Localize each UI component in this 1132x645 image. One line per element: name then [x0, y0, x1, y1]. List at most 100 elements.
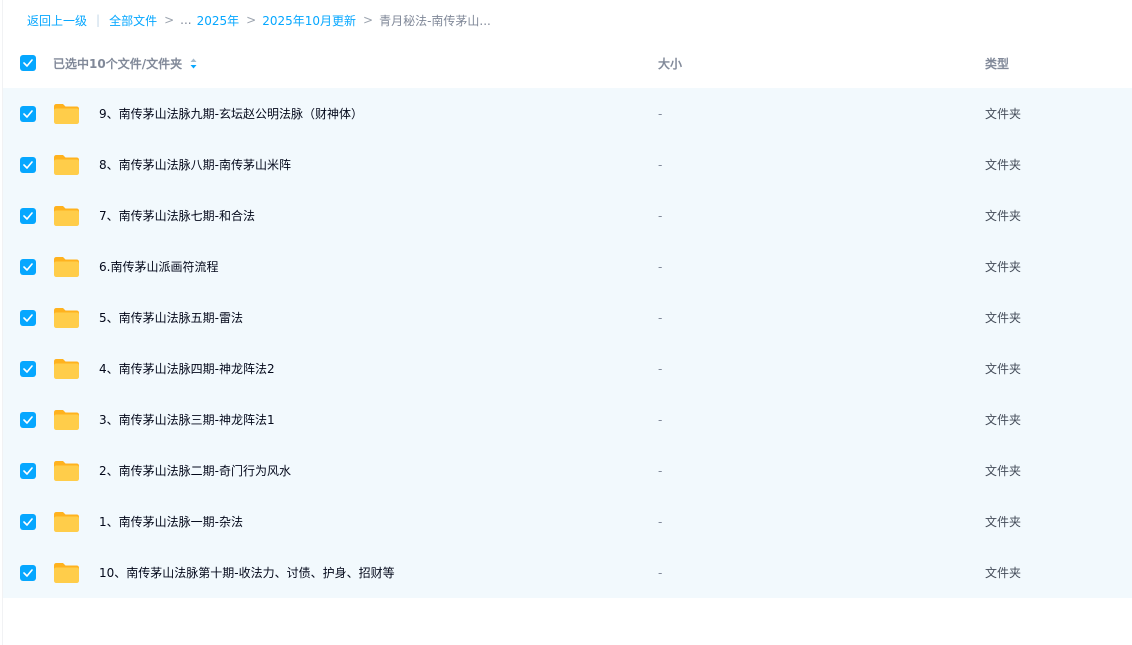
file-type: 文件夹 [985, 260, 1022, 274]
row-icon-cell [53, 511, 99, 533]
file-name[interactable]: 3、南传茅山法脉三期-神龙阵法1 [99, 411, 658, 428]
file-type: 文件夹 [985, 566, 1022, 580]
file-name[interactable]: 1、南传茅山法脉一期-杂法 [99, 513, 658, 530]
folder-icon [54, 562, 79, 583]
checkbox-checked-icon[interactable] [20, 411, 36, 428]
folder-icon [54, 256, 79, 277]
checkbox-checked-icon[interactable] [20, 309, 36, 326]
file-name[interactable]: 8、南传茅山法脉八期-南传茅山米阵 [99, 156, 658, 173]
folder-icon [54, 154, 79, 175]
breadcrumb-all-files[interactable]: 全部文件 [109, 12, 157, 29]
row-check-cell [3, 156, 53, 173]
file-row[interactable]: 7、南传茅山法脉七期-和合法 - 文件夹 [3, 190, 1132, 241]
file-row[interactable]: 6.南传茅山派画符流程 - 文件夹 [3, 241, 1132, 292]
file-list: 9、南传茅山法脉九期-玄坛赵公明法脉（财神体） - 文件夹 8、南传茅山法脉八期… [3, 88, 1132, 598]
breadcrumb: 返回上一级 | 全部文件 > ... 2025年 > 2025年10月更新 > … [27, 10, 491, 30]
name-column-header[interactable]: 已选中10个文件/文件夹 [53, 55, 658, 72]
file-size: - [658, 463, 663, 478]
row-check-cell [3, 258, 53, 275]
file-type: 文件夹 [985, 311, 1022, 325]
breadcrumb-separator: > [363, 13, 374, 27]
file-size: - [658, 208, 663, 223]
breadcrumb-current: 青月秘法-南传茅山... [379, 13, 491, 28]
file-row[interactable]: 9、南传茅山法脉九期-玄坛赵公明法脉（财神体） - 文件夹 [3, 88, 1132, 139]
file-size: - [658, 412, 663, 427]
file-name[interactable]: 9、南传茅山法脉九期-玄坛赵公明法脉（财神体） [99, 105, 658, 122]
file-name[interactable]: 10、南传茅山法脉第十期-收法力、讨债、护身、招财等 [99, 564, 658, 581]
checkbox-checked-icon[interactable] [20, 360, 36, 377]
select-all-checkbox-icon[interactable] [20, 55, 36, 71]
file-name[interactable]: 7、南传茅山法脉七期-和合法 [99, 207, 658, 224]
checkbox-checked-icon[interactable] [20, 258, 36, 275]
size-column-header[interactable]: 大小 [658, 55, 985, 72]
row-icon-cell [53, 307, 99, 329]
file-type: 文件夹 [985, 413, 1022, 427]
row-icon-cell [53, 103, 99, 125]
file-list-header: 已选中10个文件/文件夹 大小 类型 [3, 38, 1132, 88]
row-check-cell [3, 564, 53, 581]
breadcrumb-2025[interactable]: 2025年 [197, 12, 240, 29]
file-type: 文件夹 [985, 209, 1022, 223]
folder-icon [54, 460, 79, 481]
file-type: 文件夹 [985, 107, 1022, 121]
row-check-cell [3, 360, 53, 377]
breadcrumb-2025-oct[interactable]: 2025年10月更新 [262, 12, 356, 29]
file-type: 文件夹 [985, 515, 1022, 529]
type-column-header[interactable]: 类型 [985, 55, 1132, 72]
file-row[interactable]: 3、南传茅山法脉三期-神龙阵法1 - 文件夹 [3, 394, 1132, 445]
checkbox-checked-icon[interactable] [20, 564, 36, 581]
folder-icon [54, 307, 79, 328]
breadcrumb-ellipsis[interactable]: ... [180, 13, 191, 27]
checkbox-checked-icon[interactable] [20, 156, 36, 173]
breadcrumb-separator: > [246, 13, 257, 27]
file-name[interactable]: 6.南传茅山派画符流程 [99, 258, 658, 275]
row-check-cell [3, 513, 53, 530]
file-row[interactable]: 1、南传茅山法脉一期-杂法 - 文件夹 [3, 496, 1132, 547]
row-check-cell [3, 411, 53, 428]
file-row[interactable]: 8、南传茅山法脉八期-南传茅山米阵 - 文件夹 [3, 139, 1132, 190]
row-icon-cell [53, 409, 99, 431]
checkbox-checked-icon[interactable] [20, 513, 36, 530]
file-size: - [658, 259, 663, 274]
select-all-cell [3, 55, 53, 71]
file-size: - [658, 310, 663, 325]
breadcrumb-divider: | [96, 13, 101, 27]
row-icon-cell [53, 460, 99, 482]
breadcrumb-separator: > [164, 13, 175, 27]
file-name[interactable]: 5、南传茅山法脉五期-雷法 [99, 309, 658, 326]
row-check-cell [3, 207, 53, 224]
file-type: 文件夹 [985, 158, 1022, 172]
file-row[interactable]: 5、南传茅山法脉五期-雷法 - 文件夹 [3, 292, 1132, 343]
file-name[interactable]: 2、南传茅山法脉二期-奇门行为风水 [99, 462, 658, 479]
folder-icon [54, 205, 79, 226]
row-icon-cell [53, 256, 99, 278]
folder-icon [54, 358, 79, 379]
file-size: - [658, 514, 663, 529]
folder-icon [54, 511, 79, 532]
sort-icon[interactable] [190, 58, 197, 69]
file-row[interactable]: 4、南传茅山法脉四期-神龙阵法2 - 文件夹 [3, 343, 1132, 394]
file-row[interactable]: 2、南传茅山法脉二期-奇门行为风水 - 文件夹 [3, 445, 1132, 496]
row-icon-cell [53, 358, 99, 380]
selection-label: 已选中10个文件/文件夹 [53, 56, 183, 71]
back-link[interactable]: 返回上一级 [27, 12, 87, 29]
checkbox-checked-icon[interactable] [20, 207, 36, 224]
file-row[interactable]: 10、南传茅山法脉第十期-收法力、讨债、护身、招财等 - 文件夹 [3, 547, 1132, 598]
file-type: 文件夹 [985, 464, 1022, 478]
file-size: - [658, 361, 663, 376]
file-type: 文件夹 [985, 362, 1022, 376]
row-icon-cell [53, 205, 99, 227]
row-icon-cell [53, 562, 99, 584]
file-name[interactable]: 4、南传茅山法脉四期-神龙阵法2 [99, 360, 658, 377]
row-check-cell [3, 105, 53, 122]
row-icon-cell [53, 154, 99, 176]
file-size: - [658, 157, 663, 172]
file-size: - [658, 565, 663, 580]
checkbox-checked-icon[interactable] [20, 105, 36, 122]
file-size: - [658, 106, 663, 121]
row-check-cell [3, 309, 53, 326]
checkbox-checked-icon[interactable] [20, 462, 36, 479]
folder-icon [54, 409, 79, 430]
row-check-cell [3, 462, 53, 479]
folder-icon [54, 103, 79, 124]
